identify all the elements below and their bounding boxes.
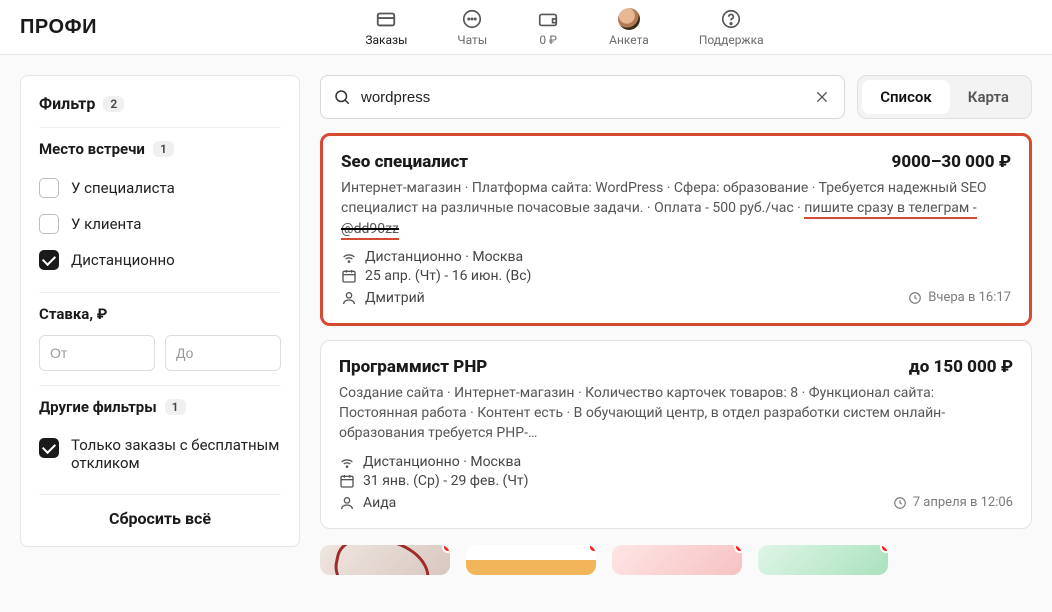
posted-text: 7 апреля в 12:06: [913, 495, 1013, 510]
top-nav: Заказы Чаты 0 ₽ Анкета Поддержка: [97, 8, 1032, 47]
meta-text: Аида: [363, 495, 396, 511]
other-filters-heading: Другие фильтры 1: [39, 398, 281, 416]
card-description: Интернет-магазин · Платформа сайта: Word…: [341, 178, 1011, 239]
card-price: до 150 000 ₽: [909, 357, 1013, 377]
checkbox-specialist[interactable]: У специалиста: [39, 170, 281, 206]
meta-text: 25 апр. (Чт) - 16 июн. (Вс): [365, 268, 531, 284]
checkbox-label: Только заказы с бесплатным откликом: [71, 436, 281, 472]
nav-label: Анкета: [609, 33, 649, 47]
page-body: Фильтр 2 Место встречи 1 У специалиста У…: [0, 55, 1052, 612]
search-row: Список Карта: [320, 75, 1032, 119]
view-map-button[interactable]: Карта: [950, 80, 1027, 114]
meeting-heading: Место встречи 1: [39, 140, 281, 158]
desc-highlight: пишите сразу в телеграм -: [804, 200, 976, 219]
app-header: ПРОФИ Заказы Чаты 0 ₽ Анкета: [0, 0, 1052, 55]
meta-person: Аида: [339, 495, 396, 511]
search-input[interactable]: [361, 89, 802, 106]
card-title: Seo специалист: [341, 152, 468, 172]
checkbox-icon: [39, 178, 59, 198]
order-card[interactable]: Seo специалист 9000–30 000 ₽ Интернет-ма…: [320, 133, 1032, 326]
desc-handle: @dd90zz: [341, 221, 399, 240]
nav-label: Чаты: [457, 33, 487, 47]
other-count-badge: 1: [165, 399, 186, 415]
avatar-icon: [618, 8, 640, 30]
nav-profile[interactable]: Анкета: [609, 8, 649, 47]
meta-text: Дистанционно · Москва: [363, 454, 521, 470]
logo[interactable]: ПРОФИ: [20, 16, 97, 39]
meeting-count-badge: 1: [153, 141, 174, 157]
calendar-icon: [341, 268, 357, 284]
posted-time: Вчера в 16:17: [908, 290, 1011, 305]
story-thumb[interactable]: [612, 545, 742, 575]
nav-label: Заказы: [365, 33, 407, 47]
wifi-icon: [339, 454, 355, 470]
unread-dot-icon: [588, 545, 596, 553]
wallet-icon: [537, 8, 559, 30]
story-thumb[interactable]: [466, 545, 596, 575]
rate-from-input[interactable]: [39, 335, 155, 371]
meta-location: Дистанционно · Москва: [339, 454, 1013, 470]
checkbox-label: У специалиста: [71, 179, 175, 197]
help-icon: [720, 8, 742, 30]
nav-label: 0 ₽: [539, 33, 557, 47]
unread-dot-icon: [442, 545, 450, 553]
clock-icon: [908, 291, 922, 305]
card-title: Программист PHP: [339, 357, 487, 377]
reset-filters-button[interactable]: Сбросить всё: [39, 495, 281, 532]
filter-sidebar: Фильтр 2 Место встречи 1 У специалиста У…: [20, 75, 300, 547]
posted-time: 7 апреля в 12:06: [893, 495, 1013, 510]
story-thumb[interactable]: [320, 545, 450, 575]
nav-label: Поддержка: [699, 33, 764, 47]
checkbox-label: У клиента: [71, 215, 141, 233]
filter-title-text: Фильтр: [39, 94, 95, 113]
card-description: Создание сайта · Интернет-магазин · Коли…: [339, 383, 1013, 444]
rate-to-input[interactable]: [165, 335, 281, 371]
filter-count-badge: 2: [103, 96, 124, 112]
orders-icon: [375, 8, 397, 30]
rate-heading: Ставка, ₽: [39, 305, 281, 323]
nav-orders[interactable]: Заказы: [365, 8, 407, 47]
unread-dot-icon: [734, 545, 742, 553]
nav-chats[interactable]: Чаты: [457, 8, 487, 47]
meta-person: Дмитрий: [341, 290, 425, 306]
person-icon: [339, 495, 355, 511]
heading-text: Другие фильтры: [39, 398, 157, 416]
main-column: Список Карта Seo специалист 9000–30 000 …: [320, 75, 1032, 612]
meta-location: Дистанционно · Москва: [341, 249, 1011, 265]
search-box[interactable]: [320, 75, 845, 119]
checkbox-label: Дистанционно: [71, 251, 175, 269]
story-thumbnails: [320, 543, 1032, 575]
calendar-icon: [339, 473, 355, 489]
unread-dot-icon: [880, 545, 888, 553]
view-list-button[interactable]: Список: [862, 80, 950, 114]
search-icon: [333, 88, 351, 106]
checkbox-icon: [39, 214, 59, 234]
checkbox-remote[interactable]: Дистанционно: [39, 242, 281, 278]
clear-search-icon[interactable]: [812, 87, 832, 107]
meta-text: Дмитрий: [365, 290, 425, 306]
meta-dates: 31 янв. (Ср) - 29 фев. (Чт): [339, 473, 1013, 489]
order-card[interactable]: Программист PHP до 150 000 ₽ Создание са…: [320, 340, 1032, 529]
posted-text: Вчера в 16:17: [928, 290, 1011, 305]
wifi-icon: [341, 249, 357, 265]
person-icon: [341, 290, 357, 306]
nav-support[interactable]: Поддержка: [699, 8, 764, 47]
clock-icon: [893, 496, 907, 510]
checkbox-icon: [39, 438, 59, 458]
view-toggle: Список Карта: [857, 75, 1032, 119]
filter-title: Фильтр 2: [39, 94, 281, 113]
checkbox-free-response[interactable]: Только заказы с бесплатным откликом: [39, 428, 281, 480]
meta-text: 31 янв. (Ср) - 29 фев. (Чт): [363, 473, 529, 489]
heading-text: Место встречи: [39, 140, 145, 158]
chat-icon: [461, 8, 483, 30]
meta-dates: 25 апр. (Чт) - 16 июн. (Вс): [341, 268, 1011, 284]
nav-balance[interactable]: 0 ₽: [537, 8, 559, 47]
story-thumb[interactable]: [758, 545, 888, 575]
checkbox-icon: [39, 250, 59, 270]
card-price: 9000–30 000 ₽: [892, 152, 1011, 172]
checkbox-client[interactable]: У клиента: [39, 206, 281, 242]
meta-text: Дистанционно · Москва: [365, 249, 523, 265]
